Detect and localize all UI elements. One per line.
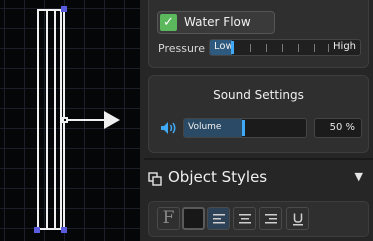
align-center-icon <box>239 214 251 224</box>
pressure-label: Pressure <box>158 42 205 55</box>
fill-swatch-button[interactable] <box>182 207 205 230</box>
slider-tick <box>298 44 299 52</box>
align-left-icon <box>213 214 225 224</box>
chevron-down-icon[interactable]: ▼ <box>355 170 363 183</box>
water-flow-label: Water Flow <box>184 15 251 29</box>
volume-value-field[interactable]: 50 % <box>314 118 362 138</box>
check-icon[interactable]: ✓ <box>160 14 177 31</box>
slider-tick <box>266 44 267 52</box>
slider-tick <box>250 44 251 52</box>
sound-settings-title: Sound Settings <box>213 88 304 102</box>
text-cursor-shape[interactable] <box>37 9 65 230</box>
sound-settings-group: Sound Settings Volume 50 % <box>148 75 369 153</box>
style-toolbar: F <box>148 201 369 237</box>
volume-label: Volume <box>188 122 222 132</box>
arrow-head-icon <box>104 111 120 129</box>
design-canvas[interactable] <box>0 0 140 241</box>
object-styles-header[interactable]: Object Styles ▼ <box>144 160 373 198</box>
pressure-slider-thumb[interactable] <box>231 41 234 54</box>
object-styles-title: Object Styles <box>168 168 268 186</box>
sound-group: ✓ Water Flow Pressure Low High <box>148 0 369 68</box>
resize-handle-bottom-right[interactable] <box>61 227 67 233</box>
pressure-high-label: High <box>333 41 356 52</box>
pressure-slider[interactable]: Low High <box>209 39 361 56</box>
resize-handle-top-right[interactable] <box>61 6 67 12</box>
properties-panel: ✓ Water Flow Pressure Low High Sound Set… <box>140 0 373 241</box>
arrow-line <box>68 119 106 121</box>
resize-handle-bottom-left[interactable] <box>34 227 40 233</box>
underline-icon <box>293 213 303 226</box>
slider-tick <box>314 44 315 52</box>
slider-tick <box>328 44 329 52</box>
volume-slider[interactable]: Volume <box>183 118 307 138</box>
underline-button[interactable] <box>286 207 309 230</box>
object-styles-icon <box>148 172 162 186</box>
speaker-icon[interactable] <box>158 118 178 138</box>
align-left-button[interactable] <box>207 207 230 230</box>
water-flow-toggle[interactable]: ✓ Water Flow <box>157 11 275 34</box>
shape-line <box>46 11 48 228</box>
align-right-icon <box>265 214 277 224</box>
slider-tick <box>282 44 283 52</box>
volume-slider-thumb[interactable] <box>242 120 245 136</box>
align-right-button[interactable] <box>259 207 282 230</box>
shape-line <box>54 11 56 228</box>
font-button[interactable]: F <box>157 207 180 230</box>
align-center-button[interactable] <box>233 207 256 230</box>
